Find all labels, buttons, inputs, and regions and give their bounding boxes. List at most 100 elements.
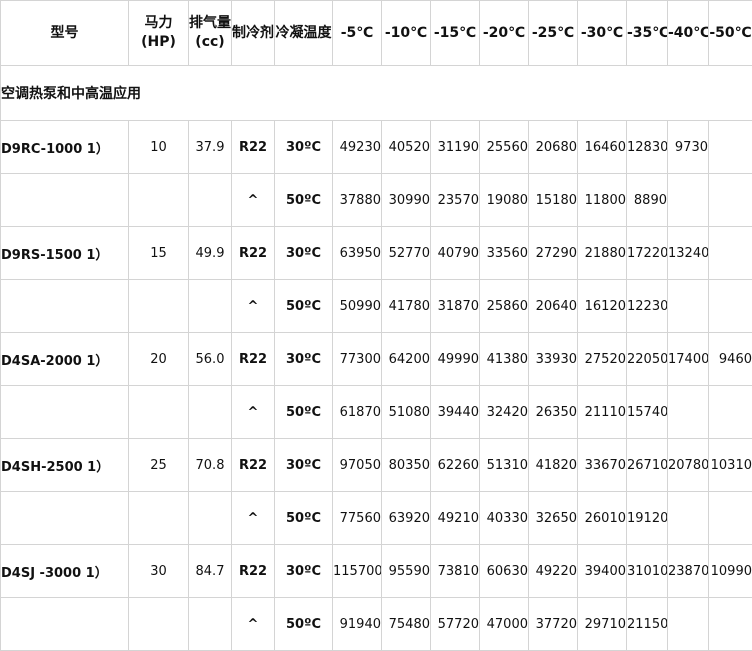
table-row: ^50ºC50990417803187025860206401612012230 bbox=[1, 280, 752, 333]
capacity-value-cell: 19120 bbox=[627, 492, 668, 545]
condensing-temp-cell: 50ºC bbox=[275, 598, 333, 651]
capacity-value-cell: 23870 bbox=[668, 545, 709, 598]
capacity-value-cell: 27520 bbox=[578, 333, 627, 386]
header-model: 型号 bbox=[1, 1, 129, 66]
capacity-table: 型号 马力(HP) 排气量(cc) 制冷剂 冷凝温度 -5℃ -10℃ -15℃… bbox=[0, 0, 752, 651]
capacity-value-cell bbox=[668, 492, 709, 545]
table-body: 空调热泵和中高温应用 D9RC-1000 1）1037.9R2230ºC4923… bbox=[1, 66, 752, 651]
capacity-value-cell: 63920 bbox=[382, 492, 431, 545]
model-cell: D4SH-2500 1） bbox=[1, 439, 129, 492]
refrigerant-cell: ^ bbox=[232, 280, 275, 333]
refrigerant-cell: ^ bbox=[232, 386, 275, 439]
capacity-value-cell: 57720 bbox=[431, 598, 480, 651]
hp-cell bbox=[129, 386, 189, 439]
capacity-value-cell: 29710 bbox=[578, 598, 627, 651]
capacity-value-cell: 32650 bbox=[529, 492, 578, 545]
model-cell: D4SJ -3000 1） bbox=[1, 545, 129, 598]
refrigerant-cell: ^ bbox=[232, 174, 275, 227]
capacity-value-cell: 15740 bbox=[627, 386, 668, 439]
capacity-value-cell: 37720 bbox=[529, 598, 578, 651]
header-refrigerant: 制冷剂 bbox=[232, 1, 275, 66]
table-row: ^50ºC61870510803944032420263502111015740 bbox=[1, 386, 752, 439]
displacement-cell bbox=[189, 174, 232, 227]
condensing-temp-cell: 50ºC bbox=[275, 386, 333, 439]
capacity-value-cell: 61870 bbox=[333, 386, 382, 439]
capacity-value-cell: 52770 bbox=[382, 227, 431, 280]
capacity-value-cell bbox=[709, 174, 752, 227]
displacement-cell bbox=[189, 280, 232, 333]
model-cell bbox=[1, 280, 129, 333]
capacity-value-cell bbox=[709, 386, 752, 439]
header-displacement: 排气量(cc) bbox=[189, 1, 232, 66]
capacity-value-cell: 63950 bbox=[333, 227, 382, 280]
model-cell bbox=[1, 492, 129, 545]
capacity-value-cell: 25860 bbox=[480, 280, 529, 333]
table-row: D4SH-2500 1）2570.8R2230ºC970508035062260… bbox=[1, 439, 752, 492]
header-condensing-temp: 冷凝温度 bbox=[275, 1, 333, 66]
capacity-value-cell: 13240 bbox=[668, 227, 709, 280]
capacity-value-cell: 31190 bbox=[431, 121, 480, 174]
refrigerant-cell: R22 bbox=[232, 227, 275, 280]
capacity-value-cell: 12830 bbox=[627, 121, 668, 174]
condensing-temp-cell: 30ºC bbox=[275, 333, 333, 386]
capacity-value-cell bbox=[709, 227, 752, 280]
hp-cell: 15 bbox=[129, 227, 189, 280]
capacity-value-cell: 31010 bbox=[627, 545, 668, 598]
capacity-value-cell: 49210 bbox=[431, 492, 480, 545]
capacity-value-cell: 27290 bbox=[529, 227, 578, 280]
capacity-value-cell: 51310 bbox=[480, 439, 529, 492]
displacement-cell: 84.7 bbox=[189, 545, 232, 598]
capacity-value-cell bbox=[668, 598, 709, 651]
condensing-temp-cell: 30ºC bbox=[275, 121, 333, 174]
capacity-value-cell: 39440 bbox=[431, 386, 480, 439]
capacity-value-cell: 9460 bbox=[709, 333, 752, 386]
model-cell bbox=[1, 386, 129, 439]
capacity-value-cell: 40520 bbox=[382, 121, 431, 174]
hp-cell bbox=[129, 598, 189, 651]
capacity-value-cell: 26010 bbox=[578, 492, 627, 545]
displacement-cell: 56.0 bbox=[189, 333, 232, 386]
capacity-value-cell: 77560 bbox=[333, 492, 382, 545]
capacity-value-cell: 47000 bbox=[480, 598, 529, 651]
capacity-value-cell: 97050 bbox=[333, 439, 382, 492]
displacement-cell: 70.8 bbox=[189, 439, 232, 492]
capacity-value-cell bbox=[709, 598, 752, 651]
capacity-value-cell: 95590 bbox=[382, 545, 431, 598]
capacity-value-cell: 10990 bbox=[709, 545, 752, 598]
capacity-value-cell: 22050 bbox=[627, 333, 668, 386]
header-temp: -35℃ bbox=[627, 1, 668, 66]
condensing-temp-cell: 30ºC bbox=[275, 545, 333, 598]
hp-cell: 20 bbox=[129, 333, 189, 386]
header-hp: 马力(HP) bbox=[129, 1, 189, 66]
capacity-value-cell bbox=[709, 121, 752, 174]
capacity-value-cell: 10310 bbox=[709, 439, 752, 492]
hp-cell bbox=[129, 174, 189, 227]
capacity-value-cell: 32420 bbox=[480, 386, 529, 439]
table-row: ^50ºC3788030990235701908015180118008890 bbox=[1, 174, 752, 227]
capacity-value-cell: 8890 bbox=[627, 174, 668, 227]
header-temp: -5℃ bbox=[333, 1, 382, 66]
refrigerant-cell: R22 bbox=[232, 439, 275, 492]
model-cell: D9RS-1500 1） bbox=[1, 227, 129, 280]
refrigerant-cell: R22 bbox=[232, 333, 275, 386]
capacity-value-cell: 49220 bbox=[529, 545, 578, 598]
refrigerant-cell: R22 bbox=[232, 545, 275, 598]
hp-cell: 30 bbox=[129, 545, 189, 598]
capacity-value-cell: 16460 bbox=[578, 121, 627, 174]
refrigerant-cell: R22 bbox=[232, 121, 275, 174]
refrigerant-cell: ^ bbox=[232, 598, 275, 651]
capacity-value-cell: 62260 bbox=[431, 439, 480, 492]
capacity-value-cell: 75480 bbox=[382, 598, 431, 651]
condensing-temp-cell: 30ºC bbox=[275, 227, 333, 280]
hp-cell: 10 bbox=[129, 121, 189, 174]
capacity-value-cell: 39400 bbox=[578, 545, 627, 598]
capacity-value-cell: 77300 bbox=[333, 333, 382, 386]
header-temp: -40℃ bbox=[668, 1, 709, 66]
capacity-value-cell: 12230 bbox=[627, 280, 668, 333]
table-row: ^50ºC77560639204921040330326502601019120 bbox=[1, 492, 752, 545]
capacity-value-cell: 115700 bbox=[333, 545, 382, 598]
table-header: 型号 马力(HP) 排气量(cc) 制冷剂 冷凝温度 -5℃ -10℃ -15℃… bbox=[1, 1, 752, 66]
capacity-value-cell: 26350 bbox=[529, 386, 578, 439]
table-row: D9RC-1000 1）1037.9R2230ºC492304052031190… bbox=[1, 121, 752, 174]
hp-cell bbox=[129, 492, 189, 545]
